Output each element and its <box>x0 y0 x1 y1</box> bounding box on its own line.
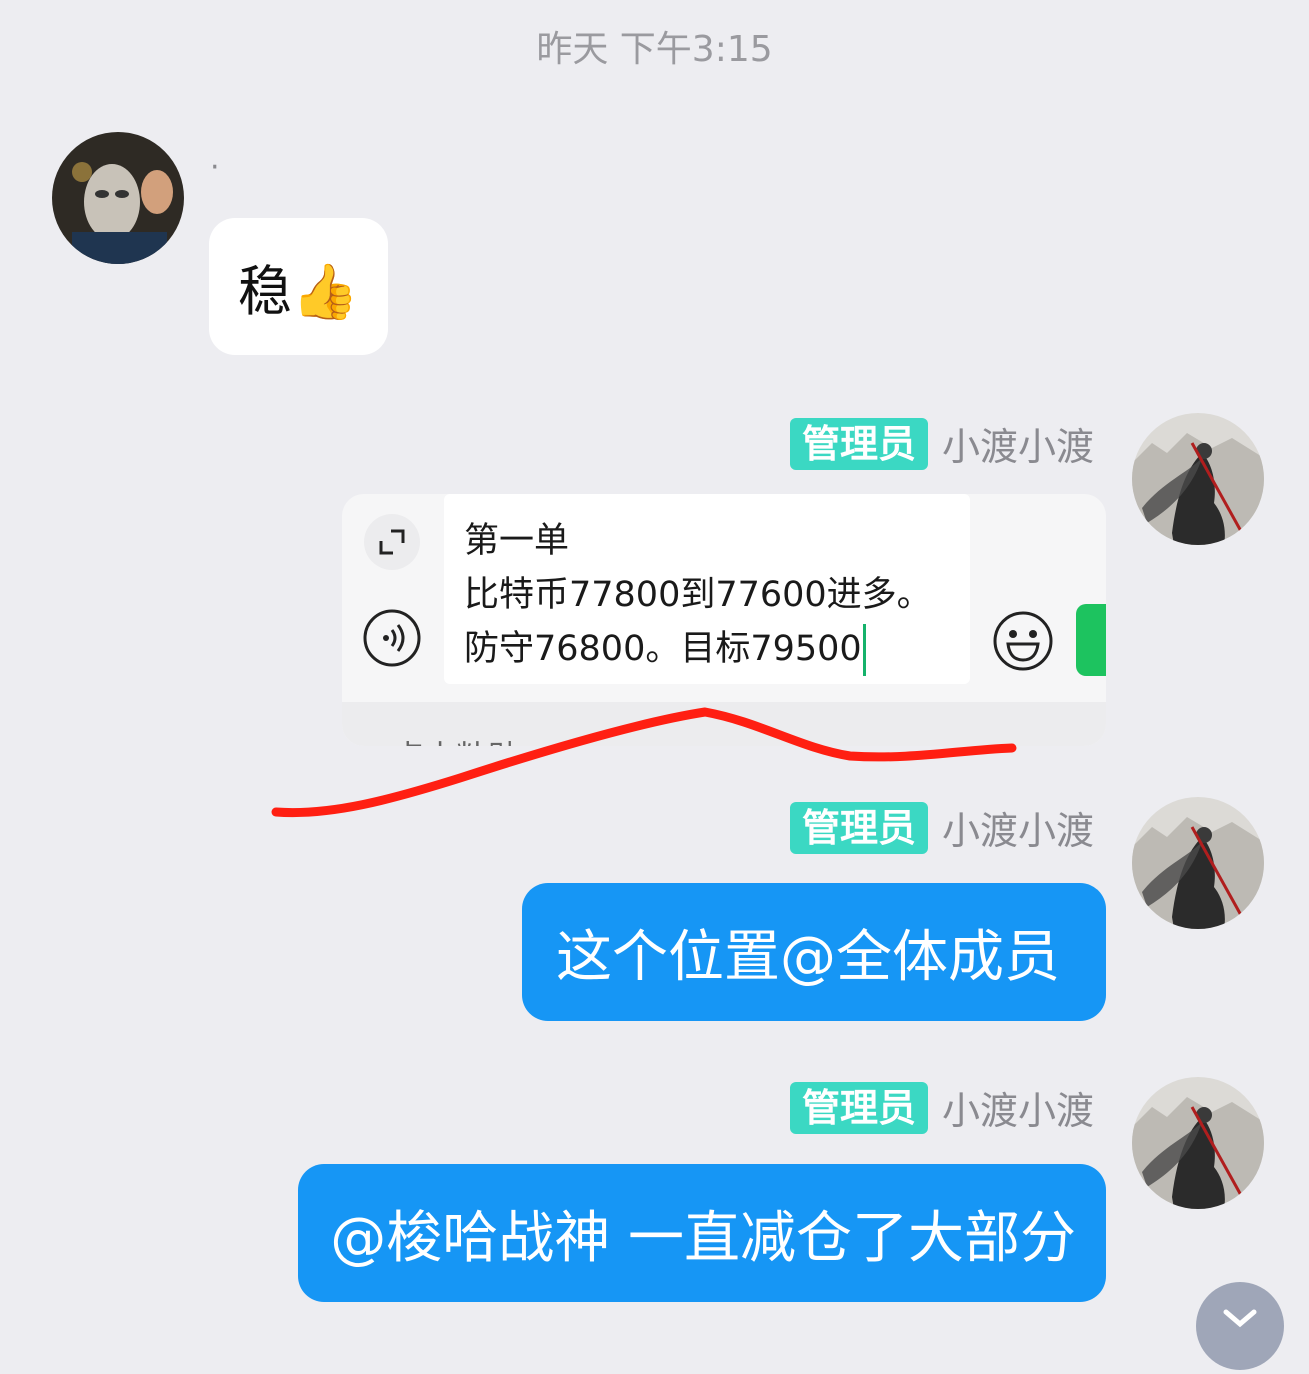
message-text: @梭哈战神 一直减仓了大部分 <box>330 1205 1076 1271</box>
message-bubble[interactable]: 这个位置@全体成员 <box>522 883 1106 1021</box>
avatar-admin[interactable] <box>1132 1077 1264 1209</box>
message-header: 管理员 小渡小渡 <box>789 1080 1094 1135</box>
avatar-admin[interactable] <box>1132 797 1264 929</box>
admin-badge: 管理员 <box>789 1081 928 1134</box>
chevron-down-icon[interactable] <box>1196 1282 1284 1370</box>
sender-name: 小渡小渡 <box>941 1089 1094 1133</box>
sender-name: 小渡小渡 <box>941 809 1094 853</box>
message-bubble[interactable]: @梭哈战神 一直减仓了大部分 <box>298 1164 1106 1302</box>
annotation-stroke <box>271 707 1017 818</box>
admin-badge: 管理员 <box>789 801 928 854</box>
message-text: 这个位置@全体成员 <box>556 924 1060 990</box>
message-header: 管理员 小渡小渡 <box>789 800 1094 855</box>
